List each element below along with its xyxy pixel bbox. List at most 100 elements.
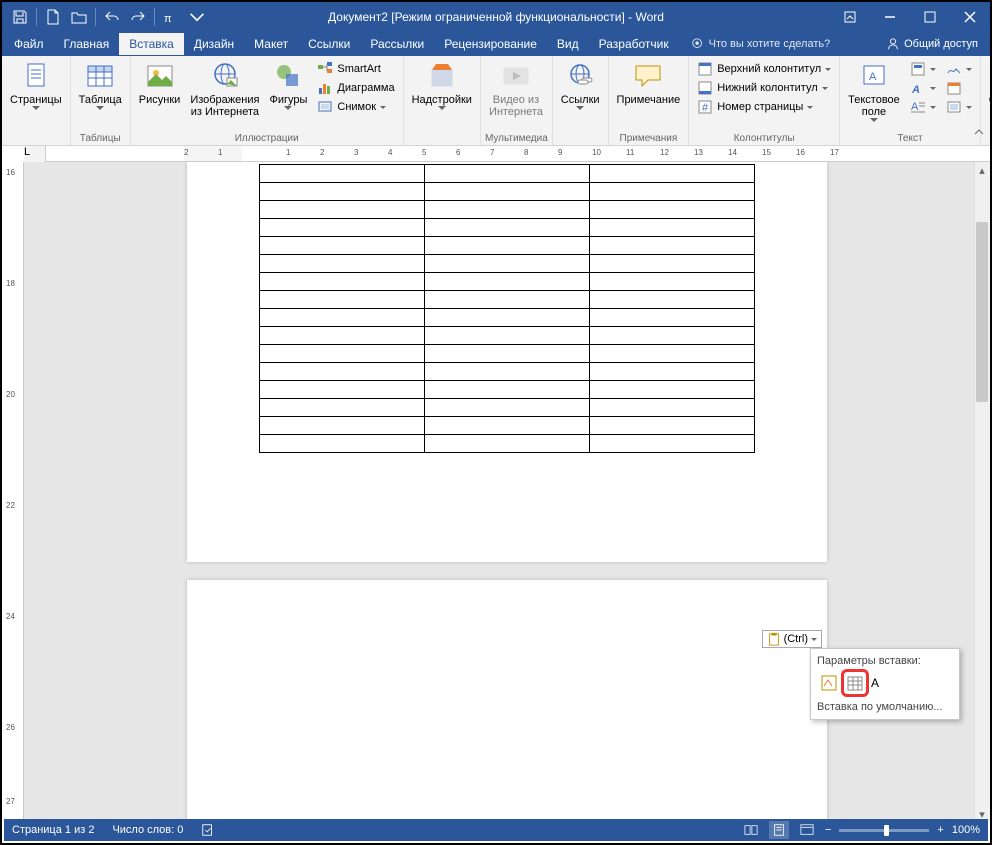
- table-cell[interactable]: [260, 219, 425, 237]
- table-row[interactable]: [260, 363, 755, 381]
- paste-text-only[interactable]: A: [871, 676, 879, 690]
- document-table[interactable]: [259, 164, 755, 453]
- table-cell[interactable]: [425, 237, 590, 255]
- maximize-button[interactable]: [910, 2, 950, 32]
- print-layout-button[interactable]: [769, 821, 789, 839]
- table-cell[interactable]: [260, 435, 425, 453]
- table-cell[interactable]: [590, 327, 755, 345]
- tab-review[interactable]: Рецензирование: [434, 33, 547, 55]
- table-row[interactable]: [260, 201, 755, 219]
- table-cell[interactable]: [590, 255, 755, 273]
- smartart-button[interactable]: SmartArt: [313, 60, 398, 78]
- table-cell[interactable]: [590, 165, 755, 183]
- table-row[interactable]: [260, 417, 755, 435]
- tab-design[interactable]: Дизайн: [184, 33, 244, 55]
- table-cell[interactable]: [260, 345, 425, 363]
- redo-button[interactable]: [126, 5, 150, 29]
- shapes-button[interactable]: Фигуры: [265, 58, 311, 112]
- links-button[interactable]: Ссылки: [557, 58, 604, 112]
- table-cell[interactable]: [425, 309, 590, 327]
- tab-developer[interactable]: Разработчик: [589, 33, 679, 55]
- scroll-up-arrow[interactable]: ▴: [974, 162, 990, 178]
- table-cell[interactable]: [590, 363, 755, 381]
- table-cell[interactable]: [425, 435, 590, 453]
- zoom-in-button[interactable]: +: [937, 824, 943, 836]
- paste-keep-source[interactable]: [817, 671, 841, 695]
- table-cell[interactable]: [590, 417, 755, 435]
- table-row[interactable]: [260, 237, 755, 255]
- table-cell[interactable]: [260, 291, 425, 309]
- table-row[interactable]: [260, 327, 755, 345]
- undo-button[interactable]: [100, 5, 124, 29]
- table-row[interactable]: [260, 183, 755, 201]
- textbox-button[interactable]: A Текстовое поле: [844, 58, 904, 124]
- paste-merge-formatting[interactable]: [843, 671, 867, 695]
- table-cell[interactable]: [590, 399, 755, 417]
- table-cell[interactable]: [425, 399, 590, 417]
- tell-me-search[interactable]: Что вы хотите сделать?: [691, 37, 831, 51]
- document-area[interactable]: (Ctrl) Параметры вставки: A Вставка по у…: [24, 162, 990, 822]
- table-cell[interactable]: [590, 183, 755, 201]
- table-row[interactable]: [260, 219, 755, 237]
- new-doc-button[interactable]: [41, 5, 65, 29]
- zoom-slider[interactable]: [839, 829, 929, 832]
- page-number-button[interactable]: #Номер страницы: [693, 98, 835, 116]
- tab-home[interactable]: Главная: [54, 33, 120, 55]
- table-button[interactable]: Таблица: [75, 58, 126, 112]
- table-cell[interactable]: [590, 219, 755, 237]
- open-button[interactable]: [67, 5, 91, 29]
- read-mode-button[interactable]: [741, 821, 761, 839]
- table-cell[interactable]: [425, 183, 590, 201]
- table-cell[interactable]: [590, 201, 755, 219]
- equation-button[interactable]: π: [159, 5, 183, 29]
- table-cell[interactable]: [425, 363, 590, 381]
- screenshot-button[interactable]: Снимок: [313, 98, 398, 116]
- tab-file[interactable]: Файл: [4, 33, 54, 55]
- table-cell[interactable]: [590, 381, 755, 399]
- table-cell[interactable]: [260, 273, 425, 291]
- paste-set-default[interactable]: Вставка по умолчанию...: [817, 701, 953, 713]
- scroll-thumb[interactable]: [976, 222, 988, 402]
- vertical-ruler[interactable]: 16182022242627: [2, 162, 24, 822]
- table-cell[interactable]: [260, 399, 425, 417]
- zoom-level[interactable]: 100%: [952, 824, 980, 836]
- table-row[interactable]: [260, 399, 755, 417]
- table-cell[interactable]: [425, 345, 590, 363]
- table-cell[interactable]: [260, 363, 425, 381]
- datetime-button[interactable]: [942, 79, 976, 97]
- table-cell[interactable]: [425, 219, 590, 237]
- quickparts-button[interactable]: [906, 60, 940, 78]
- table-row[interactable]: [260, 291, 755, 309]
- table-row[interactable]: [260, 165, 755, 183]
- close-button[interactable]: [950, 2, 990, 32]
- minimize-button[interactable]: [870, 2, 910, 32]
- pages-button[interactable]: Страницы: [6, 58, 66, 112]
- table-cell[interactable]: [425, 255, 590, 273]
- table-cell[interactable]: [590, 273, 755, 291]
- horizontal-ruler[interactable]: L 211234567891011121314151617: [24, 146, 990, 162]
- tab-references[interactable]: Ссылки: [298, 33, 360, 55]
- table-cell[interactable]: [590, 237, 755, 255]
- tab-insert[interactable]: Вставка: [119, 33, 184, 55]
- save-button[interactable]: [8, 5, 32, 29]
- qat-customize[interactable]: [185, 5, 209, 29]
- table-cell[interactable]: [260, 237, 425, 255]
- tab-mailings[interactable]: Рассылки: [360, 33, 434, 55]
- chart-button[interactable]: Диаграмма: [313, 79, 398, 97]
- share-button[interactable]: Общий доступ: [876, 33, 988, 55]
- table-cell[interactable]: [425, 165, 590, 183]
- comment-button[interactable]: Примечание: [613, 58, 685, 108]
- online-pictures-button[interactable]: Изображения из Интернета: [186, 58, 263, 120]
- table-cell[interactable]: [260, 417, 425, 435]
- proofing-icon[interactable]: [201, 823, 215, 837]
- table-cell[interactable]: [260, 165, 425, 183]
- table-row[interactable]: [260, 345, 755, 363]
- table-cell[interactable]: [425, 381, 590, 399]
- table-cell[interactable]: [260, 381, 425, 399]
- zoom-out-button[interactable]: −: [825, 824, 831, 836]
- tab-view[interactable]: Вид: [547, 33, 589, 55]
- table-cell[interactable]: [425, 417, 590, 435]
- table-cell[interactable]: [425, 273, 590, 291]
- table-row[interactable]: [260, 435, 755, 453]
- table-row[interactable]: [260, 273, 755, 291]
